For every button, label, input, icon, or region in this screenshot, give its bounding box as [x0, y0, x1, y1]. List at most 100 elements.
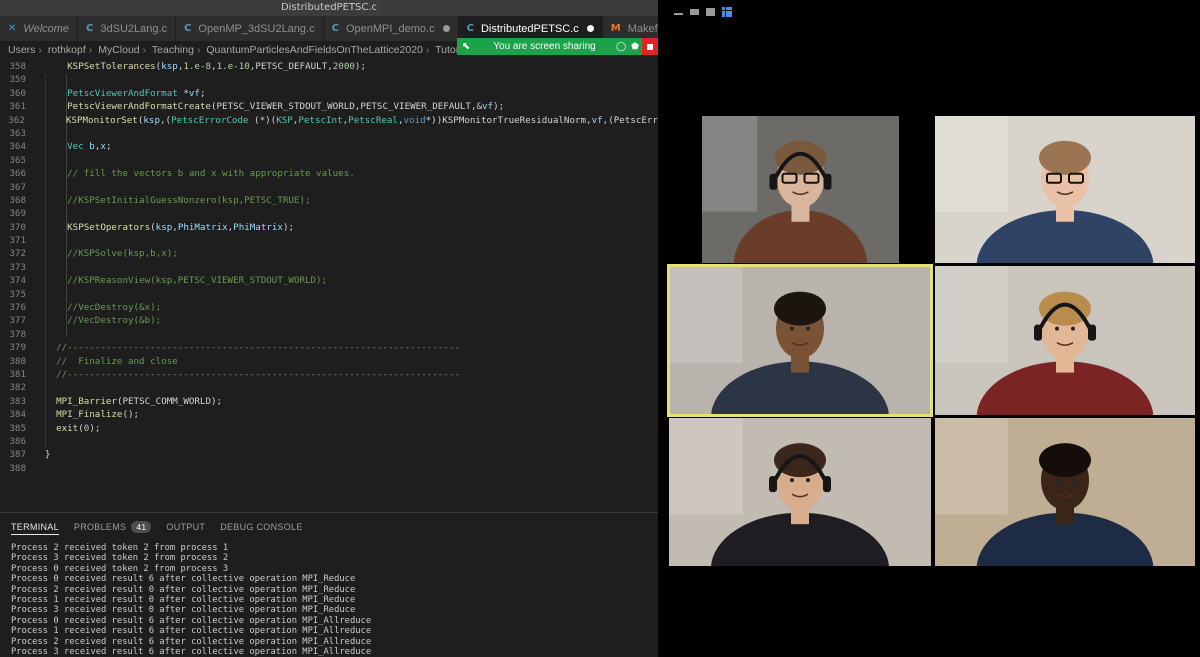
minimize-icon[interactable] — [674, 13, 683, 15]
line-text — [26, 127, 45, 140]
modified-dot-icon[interactable] — [442, 25, 450, 32]
code-area[interactable]: 358 KSPSetTolerances(ksp,1.e-8,1.e-10,PE… — [0, 60, 658, 475]
code-line[interactable]: 376 //VecDestroy(&x); — [0, 301, 658, 314]
tab-label: OpenMPI_demo.c — [345, 22, 435, 35]
code-line[interactable]: 359 — [0, 73, 658, 86]
participant-video-5[interactable] — [669, 418, 931, 566]
line-number: 373 — [9, 261, 26, 273]
makefile-icon: M — [610, 23, 621, 34]
code-line[interactable]: 366 // fill the vectors b and x with app… — [0, 167, 658, 180]
code-line[interactable]: 361 PetscViewerAndFormatCreate(PETSC_VIE… — [0, 100, 658, 113]
code-line[interactable]: 365 — [0, 154, 658, 167]
participant-video-6[interactable] — [935, 418, 1195, 566]
code-editor: DistributedPETSC.c ✕ Welcome C 3dSU2Lang… — [0, 0, 658, 657]
code-line[interactable]: 362 KSPMonitorSet(ksp,(PetscErrorCode (*… — [0, 114, 658, 127]
tab-3dsu2lang[interactable]: C 3dSU2Lang.c — [78, 16, 177, 41]
line-text: //KSPSetInitialGuessNonzero(ksp,PETSC_TR… — [45, 194, 311, 206]
code-line[interactable]: 375 — [0, 288, 658, 301]
stop-share-button[interactable] — [642, 38, 658, 55]
gallery-view-icon[interactable] — [722, 7, 732, 17]
code-line[interactable]: 373 — [0, 261, 658, 274]
c-file-icon: C — [184, 23, 192, 34]
c-file-icon: C — [466, 23, 474, 34]
vscode-icon: ✕ — [8, 23, 17, 34]
tab-label: PROBLEMS — [73, 522, 127, 532]
line-text: //--------------------------------------… — [45, 368, 460, 380]
code-line[interactable]: 383 MPI_Barrier(PETSC_COMM_WORLD); — [0, 395, 658, 408]
line-text: //KSPSolve(ksp,b,x); — [45, 248, 178, 260]
fullscreen-icon[interactable] — [706, 8, 715, 16]
line-number: 379 — [9, 342, 26, 354]
line-number: 367 — [9, 181, 26, 193]
tab-debug-console[interactable]: DEBUG CONSOLE — [220, 522, 302, 532]
code-line[interactable]: 388 — [0, 462, 658, 475]
tab-label: DistributedPETSC.c — [480, 22, 579, 35]
code-line[interactable]: 372 //KSPSolve(ksp,b,x); — [0, 247, 658, 260]
tab-openmp-3dsu2lang[interactable]: C OpenMP_3dSU2Lang.c — [176, 16, 324, 41]
code-line[interactable]: 385 exit(0); — [0, 422, 658, 435]
line-number: 358 — [9, 61, 26, 72]
pin-icon[interactable]: ⬉ — [457, 41, 475, 52]
terminal-line: Process 2 received token 2 from process … — [11, 543, 229, 553]
participant-video-1[interactable] — [702, 116, 899, 263]
code-line[interactable]: 382 — [0, 381, 658, 394]
code-line[interactable]: 384 MPI_Finalize(); — [0, 408, 658, 421]
screen-share-banner: ⬉ You are screen sharing ◯ ⬟ — [457, 38, 658, 55]
restore-icon[interactable] — [690, 9, 699, 15]
code-line[interactable]: 386 — [0, 435, 658, 448]
line-text — [26, 328, 45, 341]
tab-welcome[interactable]: ✕ Welcome — [0, 16, 79, 41]
line-text: PetscViewerAndFormatCreate(PETSC_VIEWER_… — [67, 101, 505, 113]
code-line[interactable]: 381 //----------------------------------… — [0, 368, 658, 381]
tab-problems[interactable]: PROBLEMS 41 — [73, 521, 152, 533]
line-text: //--------------------------------------… — [45, 342, 460, 354]
code-line[interactable]: 371 — [0, 234, 658, 247]
code-line[interactable]: 378 — [0, 328, 658, 341]
terminal-line: Process 3 received result 6 after collec… — [11, 646, 372, 657]
line-text: // Finalize and close — [45, 355, 178, 367]
code-line[interactable]: 368 //KSPSetInitialGuessNonzero(ksp,PETS… — [0, 194, 658, 207]
terminal-line: Process 0 received result 6 after collec… — [11, 574, 356, 585]
code-line[interactable]: 369 — [0, 207, 658, 220]
line-number: 382 — [9, 382, 26, 394]
breadcrumb-item[interactable]: MyCloud — [98, 44, 139, 56]
code-line[interactable]: 370 KSPSetOperators(ksp,PhiMatrix,PhiMat… — [0, 221, 658, 234]
tab-label: Welcome — [23, 22, 70, 35]
breadcrumb-item[interactable]: Teaching — [152, 44, 194, 56]
line-number: 368 — [9, 194, 26, 206]
pause-share-icon[interactable]: ◯ — [614, 41, 628, 52]
code-line[interactable]: 358 KSPSetTolerances(ksp,1.e-8,1.e-10,PE… — [0, 60, 658, 73]
participant-video-2[interactable] — [935, 116, 1195, 263]
breadcrumb-item[interactable]: Users — [8, 44, 35, 56]
breadcrumb-item[interactable]: QuantumParticlesAndFieldsOnTheLattice202… — [206, 44, 423, 56]
tab-label: 3dSU2Lang.c — [100, 22, 168, 35]
chevron-right-icon: › — [196, 44, 201, 56]
shield-icon[interactable]: ⬟ — [628, 41, 642, 52]
tab-terminal[interactable]: TERMINAL — [11, 522, 59, 535]
tab-output[interactable]: OUTPUT — [166, 522, 205, 532]
participant-video-3[interactable] — [667, 264, 933, 417]
code-line[interactable]: 363 — [0, 127, 658, 140]
line-number: 386 — [9, 435, 26, 447]
breadcrumb-item[interactable]: rothkopf — [48, 44, 86, 56]
code-line[interactable]: 367 — [0, 181, 658, 194]
code-line[interactable]: 379 //----------------------------------… — [0, 341, 658, 354]
tab-label: Makefile — [627, 22, 658, 35]
tab-openmpi-demo[interactable]: C OpenMPI_demo.c — [323, 16, 459, 41]
line-text — [26, 261, 45, 274]
code-line[interactable]: 374 //KSPReasonView(ksp,PETSC_VIEWER_STD… — [0, 274, 658, 287]
code-line[interactable]: 380 // Finalize and close — [0, 355, 658, 368]
code-line[interactable]: 360 PetscViewerAndFormat *vf; — [0, 87, 658, 100]
line-number: 366 — [9, 168, 26, 180]
terminal-output[interactable]: Process 2 received token 2 from process … — [0, 541, 658, 657]
line-text — [26, 288, 45, 301]
line-number: 387 — [9, 449, 26, 461]
video-call-window — [658, 0, 1200, 657]
line-text: KSPMonitorSet(ksp,(PetscErrorCode (*)(KS… — [65, 114, 658, 126]
code-line[interactable]: 377 //VecDestroy(&b); — [0, 314, 658, 327]
participant-video-4[interactable] — [935, 266, 1195, 415]
modified-dot-icon[interactable] — [586, 25, 594, 32]
code-line[interactable]: 387} — [0, 448, 658, 461]
line-text: KSPSetOperators(ksp,PhiMatrix,PhiMatrix)… — [67, 221, 295, 233]
code-line[interactable]: 364 Vec b,x; — [0, 140, 658, 153]
